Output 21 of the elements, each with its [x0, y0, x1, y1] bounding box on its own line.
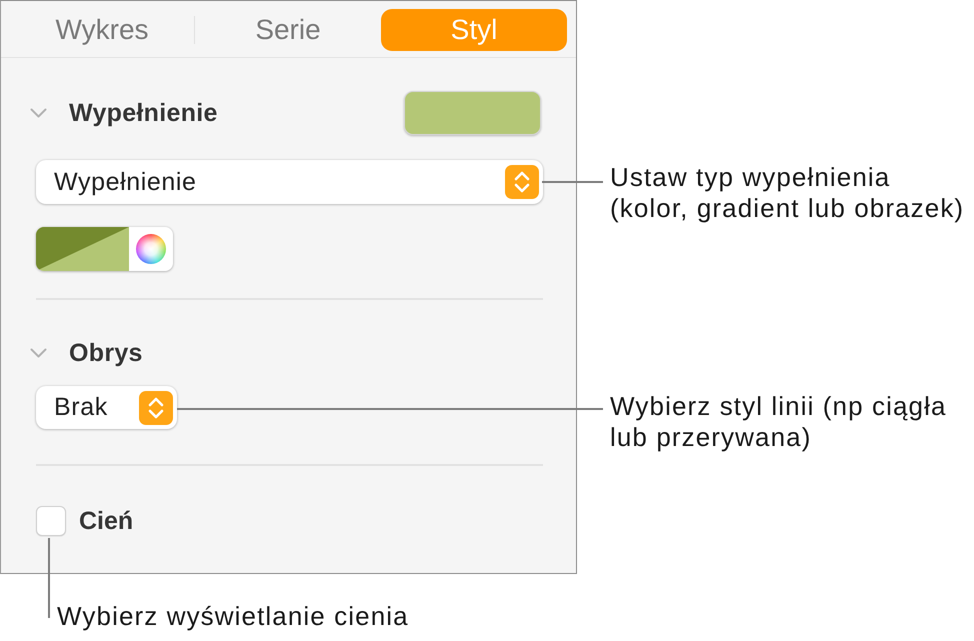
line-style-popup[interactable]: Brak — [36, 386, 177, 429]
callout-text: Wybierz wyświetlanie cienia — [57, 601, 409, 632]
checkbox[interactable] — [36, 506, 66, 536]
tab[interactable]: Serie — [195, 9, 381, 51]
callout-text: Ustaw typ wypełnienia (kolor, gradient lub obrazek) — [610, 162, 964, 224]
callout-text: Wybierz styl linii (np ciągła lub przerywana) — [610, 391, 947, 453]
stepper-icon — [505, 165, 539, 199]
tab[interactable]: Wykres — [9, 9, 195, 51]
stepper-icon — [139, 390, 173, 424]
fill-color-swatch[interactable] — [404, 91, 541, 135]
section-title: Obrys — [69, 338, 143, 368]
color-well-button[interactable] — [36, 227, 173, 271]
chevron-icon[interactable] — [30, 108, 47, 118]
color-swatch-icon — [36, 227, 129, 271]
section-title: Wypełnienie — [69, 98, 218, 128]
color-wheel-icon[interactable] — [136, 234, 166, 264]
leader-line — [542, 181, 603, 183]
fill-type-popup[interactable]: Wypełnienie — [36, 160, 543, 204]
checkbox-label: Cień — [79, 506, 134, 536]
chevron-icon[interactable] — [30, 348, 47, 358]
tab[interactable]: Styl — [381, 9, 567, 51]
